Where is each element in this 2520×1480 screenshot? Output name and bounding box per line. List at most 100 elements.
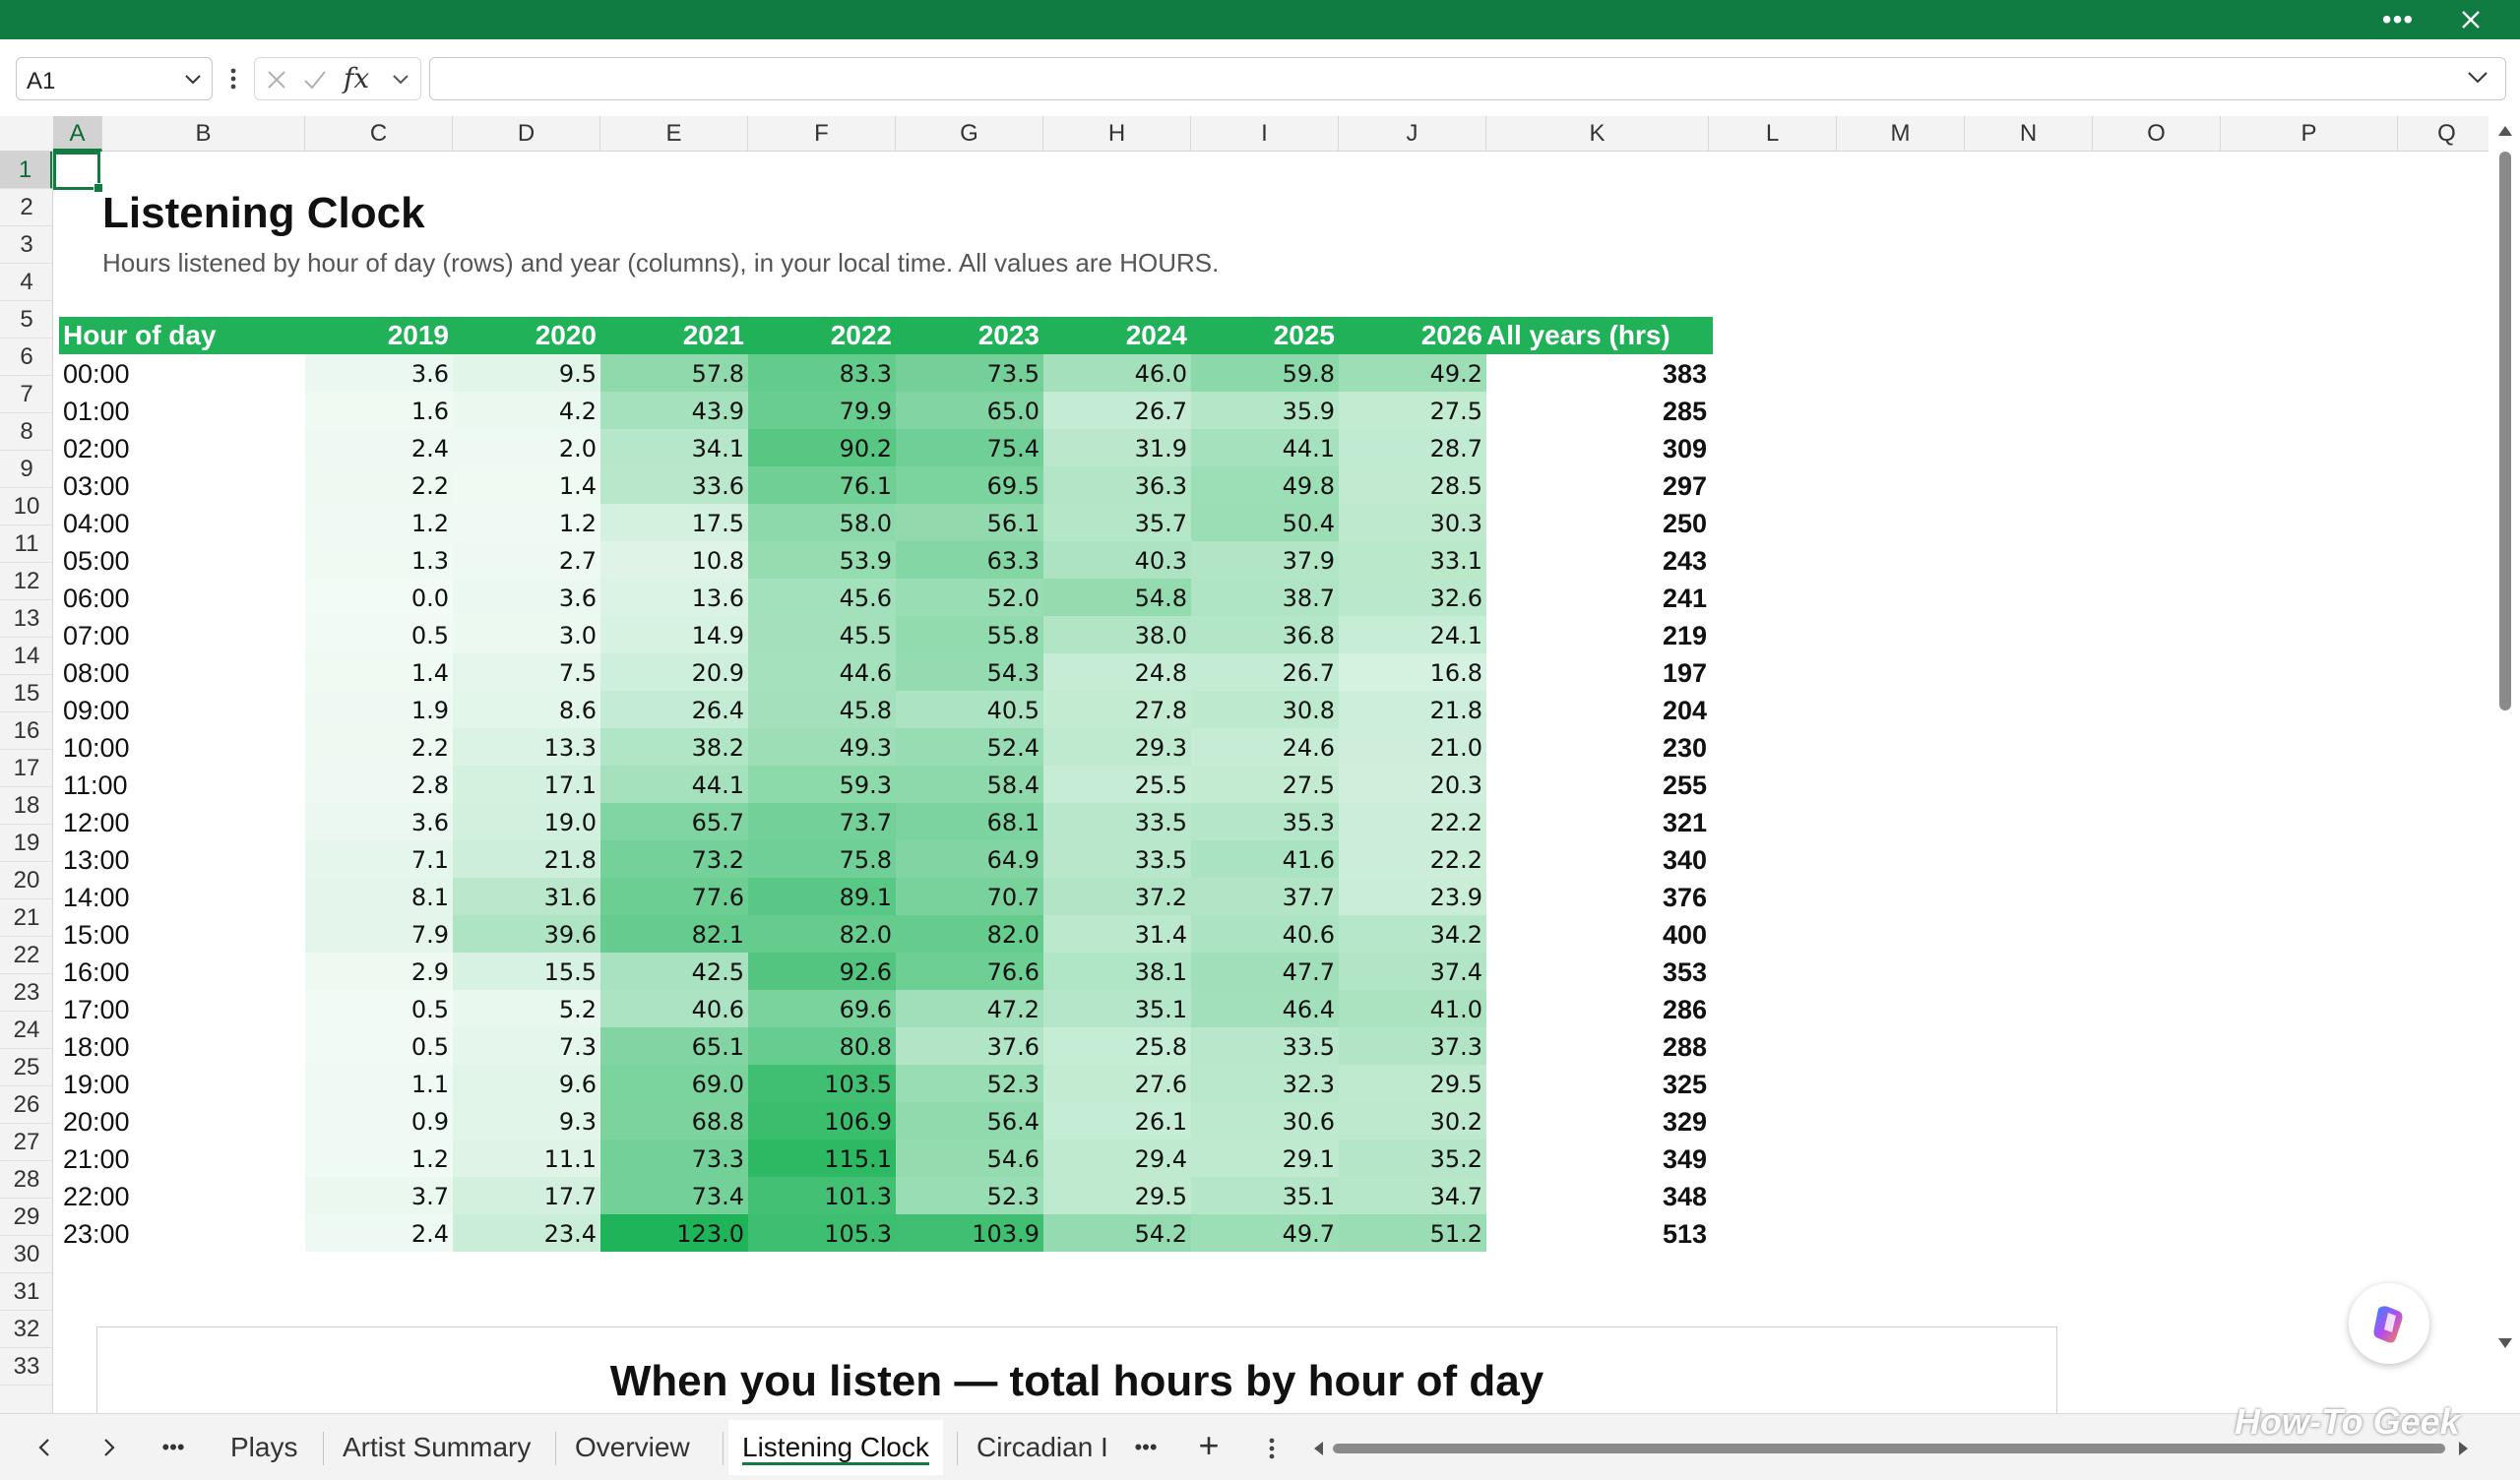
table-cell[interactable]: 49.8 xyxy=(1191,466,1339,504)
table-cell[interactable]: 46.0 xyxy=(1043,354,1191,392)
table-cell[interactable]: 1.2 xyxy=(305,1140,453,1177)
table-cell[interactable]: 68.1 xyxy=(896,803,1043,840)
table-cell[interactable]: 0.5 xyxy=(305,990,453,1027)
table-cell[interactable]: 34.2 xyxy=(1339,915,1486,953)
table-cell[interactable]: 52.4 xyxy=(896,728,1043,766)
vertical-scrollbar[interactable] xyxy=(2488,116,2520,1413)
table-cell[interactable]: 37.3 xyxy=(1339,1027,1486,1065)
table-cell[interactable]: 92.6 xyxy=(748,953,896,990)
table-cell[interactable]: 103.9 xyxy=(896,1214,1043,1252)
table-total-cell[interactable]: 219 xyxy=(1486,616,1707,653)
table-cell[interactable]: 27.6 xyxy=(1043,1065,1191,1102)
row-header-18[interactable]: 18 xyxy=(0,787,52,825)
table-cell[interactable]: 31.9 xyxy=(1043,429,1191,466)
column-header-q[interactable]: Q xyxy=(2398,116,2496,152)
check-icon[interactable] xyxy=(302,68,328,92)
row-header-19[interactable]: 19 xyxy=(0,825,52,862)
table-row-hour[interactable]: 00:00 xyxy=(59,354,256,392)
column-header-m[interactable]: M xyxy=(1837,116,1965,152)
row-header-23[interactable]: 23 xyxy=(0,974,52,1012)
chevron-down-icon[interactable] xyxy=(391,72,410,88)
table-cell[interactable]: 52.3 xyxy=(896,1177,1043,1214)
column-header-p[interactable]: P xyxy=(2221,116,2398,152)
scroll-down-icon[interactable] xyxy=(2496,1336,2514,1350)
table-cell[interactable]: 90.2 xyxy=(748,429,896,466)
table-row-hour[interactable]: 08:00 xyxy=(59,653,256,691)
table-cell[interactable]: 65.7 xyxy=(600,803,748,840)
table-cell[interactable]: 24.8 xyxy=(1043,653,1191,691)
chevron-right-icon[interactable] xyxy=(96,1436,120,1459)
table-cell[interactable]: 49.7 xyxy=(1191,1214,1339,1252)
table-cell[interactable]: 52.0 xyxy=(896,579,1043,616)
table-cell[interactable]: 44.1 xyxy=(600,766,748,803)
table-cell[interactable]: 82.1 xyxy=(600,915,748,953)
row-header-16[interactable]: 16 xyxy=(0,712,52,750)
table-cell[interactable]: 76.1 xyxy=(748,466,896,504)
vertical-dots-icon[interactable] xyxy=(226,65,240,92)
table-cell[interactable]: 31.6 xyxy=(453,878,600,915)
table-cell[interactable]: 106.9 xyxy=(748,1102,896,1140)
table-cell[interactable]: 40.6 xyxy=(1191,915,1339,953)
table-cell[interactable]: 40.6 xyxy=(600,990,748,1027)
horizontal-scroll-thumb[interactable] xyxy=(1333,1444,2445,1453)
scroll-left-icon[interactable] xyxy=(1311,1440,1329,1457)
table-cell[interactable]: 47.7 xyxy=(1191,953,1339,990)
table-total-cell[interactable]: 243 xyxy=(1486,541,1707,579)
table-cell[interactable]: 1.1 xyxy=(305,1065,453,1102)
table-cell[interactable]: 17.7 xyxy=(453,1177,600,1214)
table-cell[interactable]: 69.5 xyxy=(896,466,1043,504)
table-cell[interactable]: 53.9 xyxy=(748,541,896,579)
table-cell[interactable]: 27.5 xyxy=(1191,766,1339,803)
table-cell[interactable]: 33.1 xyxy=(1339,541,1486,579)
table-cell[interactable]: 24.1 xyxy=(1339,616,1486,653)
chart-area[interactable]: When you listen — total hours by hour of… xyxy=(96,1326,2057,1413)
table-cell[interactable]: 40.3 xyxy=(1043,541,1191,579)
table-row-hour[interactable]: 01:00 xyxy=(59,392,256,429)
table-cell[interactable]: 2.7 xyxy=(453,541,600,579)
column-header-b[interactable]: B xyxy=(102,116,305,152)
table-cell[interactable]: 37.6 xyxy=(896,1027,1043,1065)
table-row-hour[interactable]: 03:00 xyxy=(59,466,256,504)
table-cell[interactable]: 34.1 xyxy=(600,429,748,466)
table-cell[interactable]: 69.6 xyxy=(748,990,896,1027)
table-row-hour[interactable]: 11:00 xyxy=(59,766,256,803)
row-header-15[interactable]: 15 xyxy=(0,675,52,712)
more-options-button[interactable]: ••• xyxy=(2378,6,2418,33)
table-cell[interactable]: 63.3 xyxy=(896,541,1043,579)
table-cell[interactable]: 35.9 xyxy=(1191,392,1339,429)
table-cell[interactable]: 20.3 xyxy=(1339,766,1486,803)
table-cell[interactable]: 21.8 xyxy=(453,840,600,878)
table-cell[interactable]: 38.0 xyxy=(1043,616,1191,653)
table-cell[interactable]: 36.8 xyxy=(1191,616,1339,653)
table-cell[interactable]: 21.0 xyxy=(1339,728,1486,766)
table-cell[interactable]: 27.8 xyxy=(1043,691,1191,728)
table-cell[interactable]: 25.8 xyxy=(1043,1027,1191,1065)
table-row-hour[interactable]: 20:00 xyxy=(59,1102,256,1140)
row-header-28[interactable]: 28 xyxy=(0,1161,52,1199)
table-row-hour[interactable]: 12:00 xyxy=(59,803,256,840)
column-header-k[interactable]: K xyxy=(1486,116,1709,152)
table-cell[interactable]: 9.6 xyxy=(453,1065,600,1102)
table-cell[interactable]: 29.1 xyxy=(1191,1140,1339,1177)
table-cell[interactable]: 35.1 xyxy=(1043,990,1191,1027)
chevron-left-icon[interactable] xyxy=(33,1436,57,1459)
table-cell[interactable]: 50.4 xyxy=(1191,504,1339,541)
row-header-4[interactable]: 4 xyxy=(0,264,52,301)
table-cell[interactable]: 30.8 xyxy=(1191,691,1339,728)
table-cell[interactable]: 33.6 xyxy=(600,466,748,504)
table-cell[interactable]: 9.3 xyxy=(453,1102,600,1140)
table-cell[interactable]: 38.2 xyxy=(600,728,748,766)
table-cell[interactable]: 32.3 xyxy=(1191,1065,1339,1102)
table-cell[interactable]: 89.1 xyxy=(748,878,896,915)
table-cell[interactable]: 73.7 xyxy=(748,803,896,840)
table-row-hour[interactable]: 16:00 xyxy=(59,953,256,990)
table-cell[interactable]: 0.0 xyxy=(305,579,453,616)
table-cell[interactable]: 10.8 xyxy=(600,541,748,579)
table-cell[interactable]: 14.9 xyxy=(600,616,748,653)
table-row-hour[interactable]: 19:00 xyxy=(59,1065,256,1102)
table-cell[interactable]: 73.4 xyxy=(600,1177,748,1214)
row-header-7[interactable]: 7 xyxy=(0,376,52,413)
table-cell[interactable]: 54.3 xyxy=(896,653,1043,691)
table-cell[interactable]: 7.1 xyxy=(305,840,453,878)
row-header-3[interactable]: 3 xyxy=(0,226,52,264)
